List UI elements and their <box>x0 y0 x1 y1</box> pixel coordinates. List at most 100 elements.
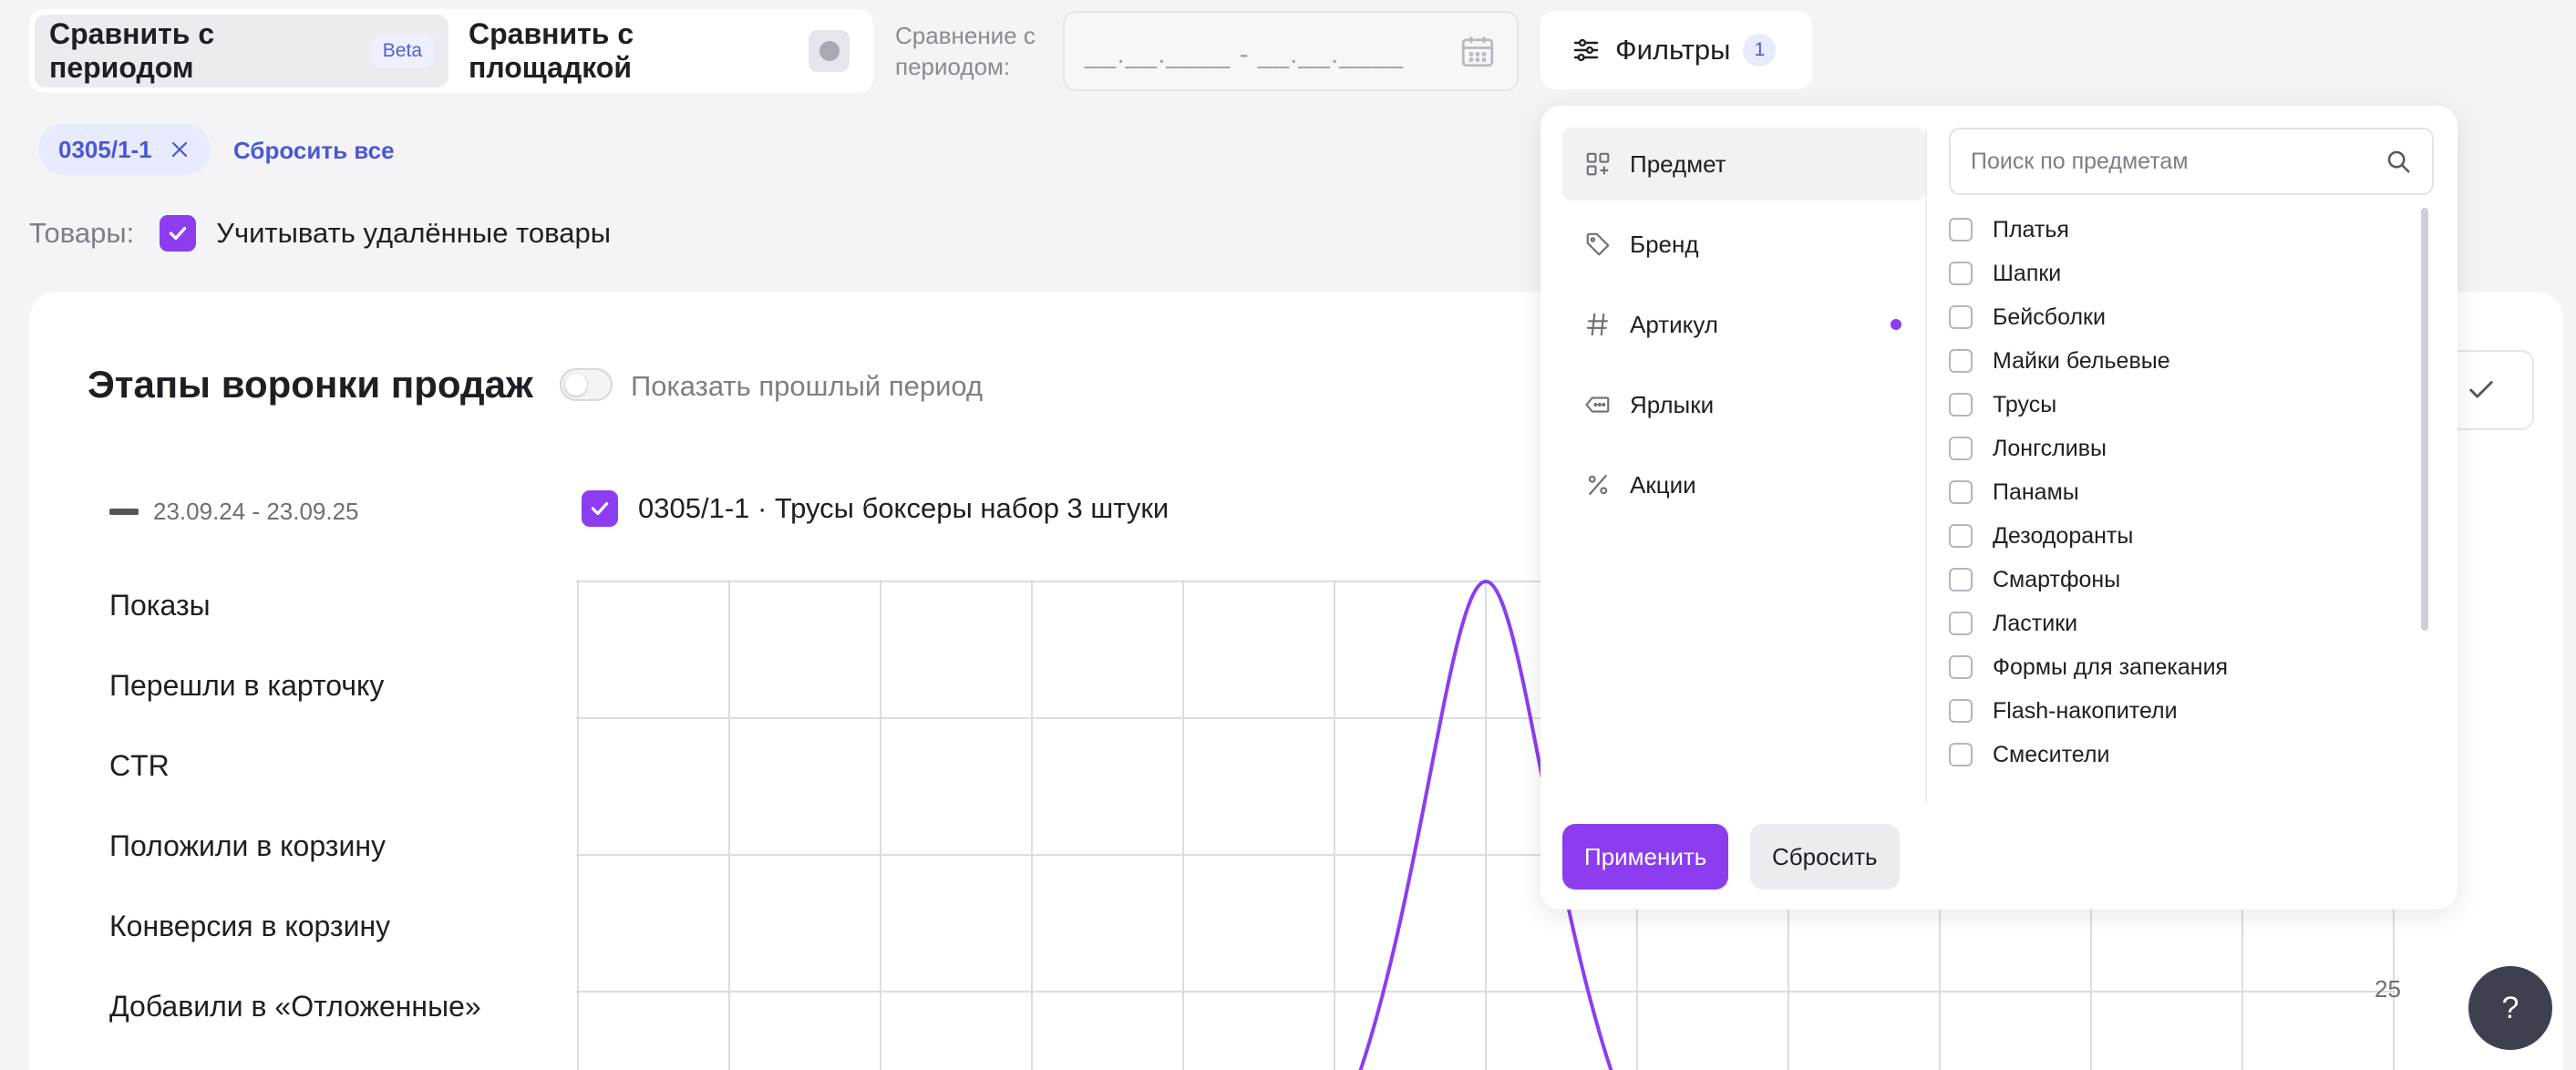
tag-icon <box>1586 232 1610 256</box>
metric-list: Показы Перешли в карточку CTR Положили в… <box>109 583 481 1065</box>
option-label: Трусы <box>1993 391 2057 417</box>
subject-option[interactable]: Формы для запекания <box>1949 645 2423 689</box>
filter-category-article[interactable]: Артикул <box>1562 288 1925 361</box>
option-label: Смартфоны <box>1993 566 2121 592</box>
filter-category-subject[interactable]: Предмет <box>1562 128 1925 201</box>
subject-option[interactable]: Майки бельевые <box>1949 339 2423 383</box>
check-icon <box>170 226 187 241</box>
goods-option: Товары: Учитывать удалённые товары <box>29 215 611 252</box>
search-icon[interactable] <box>2385 148 2412 175</box>
check-icon <box>2469 381 2493 398</box>
help-button[interactable]: ? <box>2468 966 2552 1050</box>
filter-category-label: Акции <box>1630 470 1696 499</box>
calendar-icon[interactable] <box>1458 32 1497 70</box>
category-grid-icon <box>1586 152 1610 176</box>
dropdown-divider <box>1925 128 1927 802</box>
subject-option[interactable]: Flash-накопители <box>1949 689 2423 733</box>
date-range-mask: __.__.____ - __.__.____ <box>1085 39 1404 69</box>
series-label: 0305/1-1 · Трусы боксеры набор 3 штуки <box>638 492 1170 524</box>
option-checkbox[interactable] <box>1949 305 1973 329</box>
compare-date-range-input[interactable]: __.__.____ - __.__.____ <box>1063 11 1519 91</box>
option-checkbox[interactable] <box>1949 437 1973 460</box>
option-label: Flash-накопители <box>1993 697 2178 724</box>
filter-chip[interactable]: 0305/1-1 <box>38 124 211 175</box>
subject-option[interactable]: Лонгсливы <box>1949 427 2423 470</box>
goods-label: Товары: <box>29 217 135 249</box>
apply-button[interactable]: Применить <box>1562 824 1729 890</box>
metric-item: CTR <box>109 749 170 782</box>
filter-category-promotions[interactable]: Акции <box>1562 448 1925 521</box>
option-label: Майки бельевые <box>1993 347 2170 374</box>
subject-search <box>1949 128 2434 195</box>
option-label: Платья <box>1993 216 2069 242</box>
option-label: Лонгсливы <box>1993 435 2107 461</box>
subject-option[interactable]: Смартфоны <box>1949 558 2423 602</box>
option-list-scrollbar[interactable] <box>2421 208 2428 631</box>
option-checkbox[interactable] <box>1949 480 1973 504</box>
filter-category-label: Предмет <box>1630 149 1726 178</box>
filter-category-label: Бренд <box>1630 230 1699 258</box>
series-checkbox[interactable] <box>582 490 618 527</box>
option-checkbox[interactable] <box>1949 655 1973 679</box>
option-label: Шапки <box>1993 260 2062 286</box>
subject-option[interactable]: Дезодоранты <box>1949 514 2423 558</box>
filters-button[interactable]: Фильтры 1 <box>1540 11 1812 89</box>
reset-button[interactable]: Сбросить <box>1750 824 1900 890</box>
option-checkbox[interactable] <box>1949 568 1973 592</box>
close-icon[interactable] <box>169 139 191 160</box>
reset-all-link[interactable]: Сбросить все <box>233 137 395 165</box>
filter-category-brand[interactable]: Бренд <box>1562 208 1925 281</box>
deleted-goods-checkbox[interactable] <box>160 215 197 252</box>
subject-option[interactable]: Смесители <box>1949 733 2423 777</box>
option-checkbox[interactable] <box>1949 699 1973 723</box>
period-legend: 23.09.24 - 23.09.25 <box>109 498 359 526</box>
filters-label: Фильтры <box>1615 34 1731 66</box>
deleted-goods-label: Учитывать удалённые товары <box>216 217 612 249</box>
option-label: Смесители <box>1993 741 2110 767</box>
show-past-period-switch[interactable] <box>560 368 613 401</box>
period-legend-label: 23.09.24 - 23.09.25 <box>153 498 359 525</box>
option-checkbox[interactable] <box>1949 349 1973 373</box>
platform-toggle[interactable] <box>809 30 850 72</box>
series-legend: 0305/1-1 · Трусы боксеры набор 3 штуки <box>582 490 1169 527</box>
option-checkbox[interactable] <box>1949 262 1973 285</box>
metric-item: Добавили в «Отложенные» <box>109 990 481 1023</box>
subject-option-list: Платья Шапки Бейсболки Майки бельевые Тр… <box>1949 208 2423 784</box>
percent-icon <box>1588 474 1608 496</box>
selection-indicator <box>1891 319 1901 330</box>
filter-chip-label: 0305/1-1 <box>58 135 152 163</box>
compare-period-tab[interactable]: Сравнить с периодом Beta <box>35 15 448 87</box>
period-legend-marker <box>109 509 139 515</box>
option-checkbox[interactable] <box>1949 218 1973 242</box>
compare-period-caption: Сравнение с периодом: <box>895 22 1036 80</box>
option-checkbox[interactable] <box>1949 393 1973 417</box>
metric-item: Конверсия в корзину <box>109 910 391 942</box>
subject-search-input[interactable] <box>1971 148 2385 175</box>
subject-option[interactable]: Трусы <box>1949 383 2423 427</box>
option-label: Панамы <box>1993 478 2079 505</box>
metric-item: Положили в корзину <box>109 829 386 862</box>
compare-mode-switch: Сравнить с периодом Beta Сравнить с площ… <box>29 9 873 93</box>
filters-dropdown: Предмет Бренд Артикул Ярлыки Акции Поиск… <box>1540 106 2458 910</box>
option-label: Дезодоранты <box>1993 522 2134 549</box>
compare-platform-tab[interactable]: Сравнить с площадкой <box>454 15 864 87</box>
beta-badge: Beta <box>370 35 434 67</box>
subject-option[interactable]: Шапки <box>1949 252 2423 295</box>
option-checkbox[interactable] <box>1949 524 1973 548</box>
compare-platform-label: Сравнить с площадкой <box>469 17 634 84</box>
option-label: Бейсболки <box>1993 304 2106 330</box>
metric-item: Перешли в карточку <box>109 669 385 702</box>
option-label: Ластики <box>1993 610 2078 636</box>
funnel-title: Этапы воронки продаж <box>88 363 533 406</box>
subject-option[interactable]: Бейсболки <box>1949 295 2423 339</box>
option-checkbox[interactable] <box>1949 743 1973 766</box>
hash-icon <box>1586 313 1609 336</box>
option-label: Формы для запекания <box>1993 653 2229 680</box>
axis-tick-label: 25 <box>2375 975 2401 1003</box>
subject-option[interactable]: Платья <box>1949 208 2423 252</box>
show-past-period-label: Показать прошлый период <box>631 370 984 402</box>
subject-option[interactable]: Панамы <box>1949 470 2423 514</box>
option-checkbox[interactable] <box>1949 612 1973 635</box>
subject-option[interactable]: Ластики <box>1949 602 2423 645</box>
filter-category-labels[interactable]: Ярлыки <box>1562 368 1925 441</box>
